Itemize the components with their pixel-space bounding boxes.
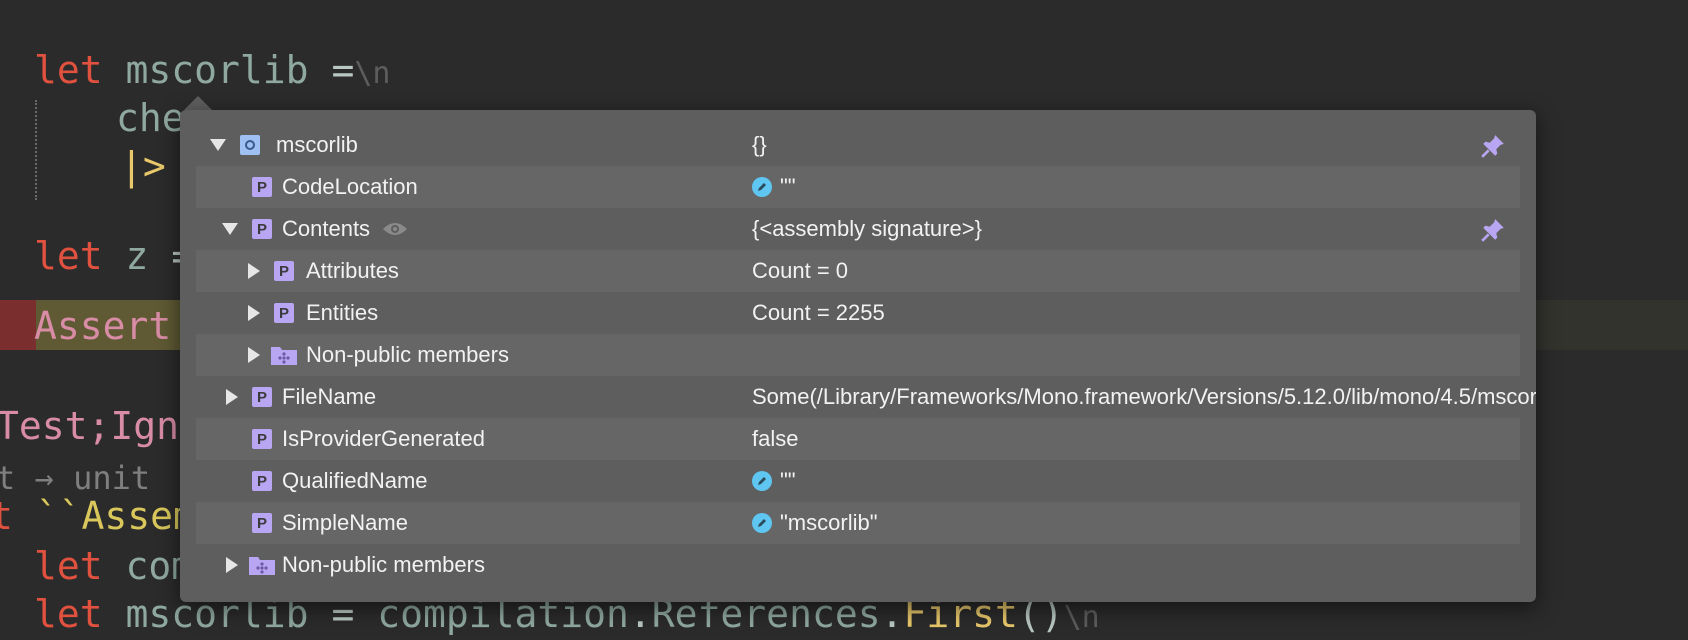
property-icon: P [252,219,272,239]
keyword: let [34,592,103,636]
variable-value: Count = 2255 [752,300,885,325]
test-name: ``Assem [35,494,196,538]
variable-name: Entities [306,300,379,325]
folder-icon [271,347,297,365]
variable-name: IsProviderGenerated [282,426,485,451]
pin-icon[interactable] [1480,217,1506,243]
code-line-2: che [116,96,185,140]
variable-name: QualifiedName [282,468,428,493]
datatip-row-entities[interactable]: P Entities Count = 2255 [196,292,1520,334]
indent-guide [35,100,37,200]
datatip-row-attributes[interactable]: P Attributes Count = 0 [196,250,1520,292]
datatip-row-non-public-members[interactable]: Non-public members [196,334,1520,376]
keyword: let [34,234,103,278]
code-line-4: let z = [34,234,194,278]
variable-value: {} [752,132,767,157]
variable-value: {<assembly signature>} [752,216,982,241]
variable-name: Attributes [306,258,399,283]
code-line-6: Test;Igno [0,404,202,448]
property-icon: P [274,261,294,281]
datatip-row-filename[interactable]: P FileName Some(/Library/Frameworks/Mono… [196,376,1536,418]
eye-icon[interactable] [382,220,408,238]
object-icon [240,135,260,155]
keyword: t [0,494,13,538]
type-hint: t → unit [0,459,151,497]
variable-value: Count = 0 [752,258,849,283]
expand-arrow-icon[interactable] [226,557,238,573]
code-line-5: Assert. [34,304,194,348]
pin-icon[interactable] [1480,133,1506,159]
keyword: let [34,544,103,588]
variable-name: Non-public members [282,552,485,577]
expand-arrow-icon[interactable] [248,305,260,321]
expand-arrow-icon[interactable] [226,389,238,405]
identifier: z [125,234,149,278]
expand-arrow-icon[interactable] [248,347,260,363]
whitespace-marker: \n [354,56,391,91]
debugger-datatip[interactable]: mscorlib {} P CodeLocation "" P Contents… [180,110,1536,602]
edit-pencil-icon[interactable] [752,471,772,491]
variable-value: Some(/Library/Frameworks/Mono.framework/… [752,384,1536,409]
code-line-1: let mscorlib =\n [34,48,390,96]
popup-arrow [184,96,212,110]
variable-name: Non-public members [306,342,509,367]
code-line-8: t ``Assem [0,494,196,538]
pipe-operator: |> [120,144,166,188]
edit-pencil-icon[interactable] [752,177,772,197]
property-icon: P [252,387,272,407]
variable-name: FileName [282,384,377,409]
datatip-row-isprovidergenerated[interactable]: P IsProviderGenerated false [196,418,1520,460]
datatip-row-non-public-members[interactable]: Non-public members [196,544,1520,586]
code-line-3: |> [120,144,166,188]
variable-name: Contents [282,216,371,241]
expand-arrow-icon[interactable] [248,263,260,279]
keyword: let [34,48,103,92]
identifier: Assert. [34,304,195,348]
whitespace-marker: \n [1063,600,1100,635]
datatip-row-contents[interactable]: P Contents {<assembly signature>} [196,208,1520,250]
expand-arrow-icon[interactable] [222,223,238,235]
variable-value[interactable]: "" [752,468,796,494]
datatip-row-simplename[interactable]: P SimpleName "mscorlib" [196,502,1520,544]
code-line-9: let com [34,544,194,588]
variable-name: CodeLocation [282,174,418,199]
variable-name: mscorlib [276,132,358,157]
property-icon: P [252,513,272,533]
property-icon: P [252,177,272,197]
property-icon: P [274,303,294,323]
operator: = [331,48,355,92]
variable-value[interactable]: "" [752,174,796,200]
property-icon: P [252,429,272,449]
attribute: Test;Igno [0,404,202,448]
variable-name: SimpleName [282,510,408,535]
breakpoint-marker[interactable] [0,300,36,350]
datatip-row-codelocation[interactable]: P CodeLocation "" [196,166,1520,208]
variable-value: false [752,426,799,451]
identifier: mscorlib [125,48,309,92]
edit-pencil-icon[interactable] [752,513,772,533]
folder-icon [249,557,275,575]
variable-value[interactable]: "mscorlib" [752,510,878,536]
datatip-row-mscorlib[interactable]: mscorlib {} [196,124,1520,166]
property-icon: P [252,471,272,491]
expand-arrow-icon[interactable] [210,139,226,151]
datatip-row-qualifiedname[interactable]: P QualifiedName "" [196,460,1520,502]
identifier: che [116,96,185,140]
